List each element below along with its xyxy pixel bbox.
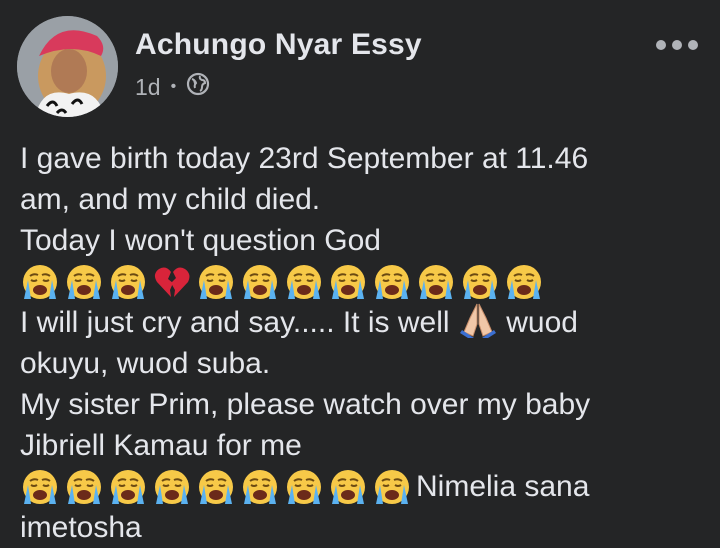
crying-face-icon [64, 262, 104, 302]
crying-face-icon [284, 262, 324, 302]
post-text-segment: wuod [506, 306, 578, 339]
post-time[interactable]: 1d [135, 74, 161, 101]
crying-face-icon [20, 262, 60, 302]
crying-face-icon [328, 467, 368, 507]
post-text-line: Jibriell Kamau for me [20, 429, 302, 462]
post-text-line: I will just cry and say..... It is well … [20, 302, 710, 343]
post-text-line: I gave birth today 23rd September at 11.… [20, 142, 589, 175]
more-dots-icon[interactable] [656, 40, 698, 50]
post-text-line: okuyu, wuod suba. [20, 347, 271, 380]
crying-face-icon [152, 467, 192, 507]
crying-face-icon [196, 467, 236, 507]
post-text-line: imetosha [20, 511, 142, 544]
post-text-line: My sister Prim, please watch over my bab… [20, 388, 591, 421]
crying-face-icon [460, 262, 500, 302]
crying-face-icon [108, 262, 148, 302]
post-meta: 1d • [135, 72, 210, 102]
post-text-line: am, and my child died. [20, 183, 321, 216]
crying-face-icon [372, 467, 412, 507]
globe-icon[interactable] [186, 72, 210, 102]
crying-face-icon [372, 262, 412, 302]
broken-heart-icon [152, 262, 192, 302]
crying-face-icon [284, 467, 324, 507]
emoji-row [20, 261, 710, 302]
crying-face-icon [20, 467, 60, 507]
crying-face-icon [240, 467, 280, 507]
avatar[interactable] [17, 16, 118, 117]
post-header: Achungo Nyar Essy 1d • [0, 0, 720, 120]
crying-face-icon [64, 467, 104, 507]
folded-hands-icon [458, 302, 498, 349]
post-body: I gave birth today 23rd September at 11.… [20, 138, 710, 548]
post-text-line: Today I won't question God [20, 224, 381, 257]
crying-face-icon [416, 262, 456, 302]
post-text-segment: I will just cry and say..... It is well [20, 306, 450, 339]
emoji-row: Nimelia sana [20, 466, 710, 507]
emoji-group [20, 467, 412, 507]
meta-separator: • [170, 78, 177, 95]
crying-face-icon [196, 262, 236, 302]
post-text-segment: Nimelia sana [416, 470, 590, 503]
author-name[interactable]: Achungo Nyar Essy [135, 28, 422, 62]
crying-face-icon [108, 467, 148, 507]
crying-face-icon [504, 262, 544, 302]
crying-face-icon [328, 262, 368, 302]
crying-face-icon [240, 262, 280, 302]
